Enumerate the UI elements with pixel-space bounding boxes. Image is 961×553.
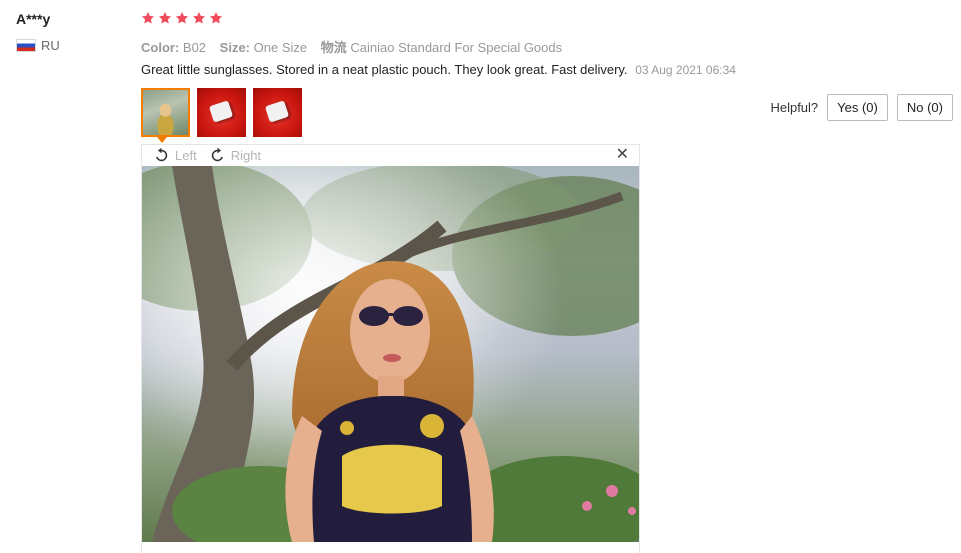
russia-flag-icon	[16, 39, 36, 52]
review-date: 03 Aug 2021 06:34	[635, 63, 736, 77]
review-text-line: Great little sunglasses. Stored in a nea…	[141, 62, 736, 77]
review-text: Great little sunglasses. Stored in a nea…	[141, 62, 628, 77]
reviewer-name: A***y	[16, 11, 51, 27]
rotate-right-icon	[211, 147, 223, 162]
helpful-label: Helpful?	[770, 100, 819, 115]
star-rating	[141, 11, 223, 25]
rotate-left-label: Left	[175, 148, 197, 163]
size-attribute: Size: One Size	[219, 40, 308, 55]
review-meta: Color: B02 Size: One Size 物流 Cainiao Sta…	[141, 37, 572, 56]
sunglasses-case-image	[264, 100, 290, 123]
viewer-toolbar: Left Right ✕	[142, 145, 639, 166]
rotate-right-button[interactable]: Right	[209, 147, 261, 164]
review-card: A***y RU Color: B02 Size: One Size 物流 Ca…	[0, 0, 961, 553]
shipping-attribute: 物流 Cainiao Standard For Special Goods	[320, 40, 563, 55]
helpful-yes-button[interactable]: Yes (0)	[827, 94, 888, 121]
review-photo-thumbnail-1[interactable]	[141, 88, 190, 137]
active-thumbnail-indicator	[157, 137, 167, 143]
rotate-right-label: Right	[230, 148, 262, 163]
close-icon[interactable]: ✕	[616, 147, 629, 163]
rotate-left-icon	[156, 147, 168, 162]
rotate-left-button[interactable]: Left	[153, 147, 197, 164]
sunglasses-case-image	[208, 100, 234, 123]
review-photo-thumbnail-2[interactable]	[197, 88, 246, 137]
photo-viewer: Left Right ✕	[141, 144, 640, 553]
country-code: RU	[41, 38, 60, 53]
star-icon	[209, 11, 223, 25]
review-thumbnails	[141, 88, 302, 137]
star-icon	[175, 11, 189, 25]
star-icon	[158, 11, 172, 25]
helpful-votes: Helpful? Yes (0) No (0)	[770, 94, 953, 121]
color-attribute: Color: B02	[141, 40, 207, 55]
helpful-no-button[interactable]: No (0)	[896, 94, 953, 121]
review-photo-illustration	[142, 166, 639, 542]
star-icon	[192, 11, 206, 25]
reviewer-country: RU	[16, 38, 60, 53]
star-icon	[141, 11, 155, 25]
review-photo	[142, 166, 639, 542]
review-photo-thumbnail-3[interactable]	[253, 88, 302, 137]
